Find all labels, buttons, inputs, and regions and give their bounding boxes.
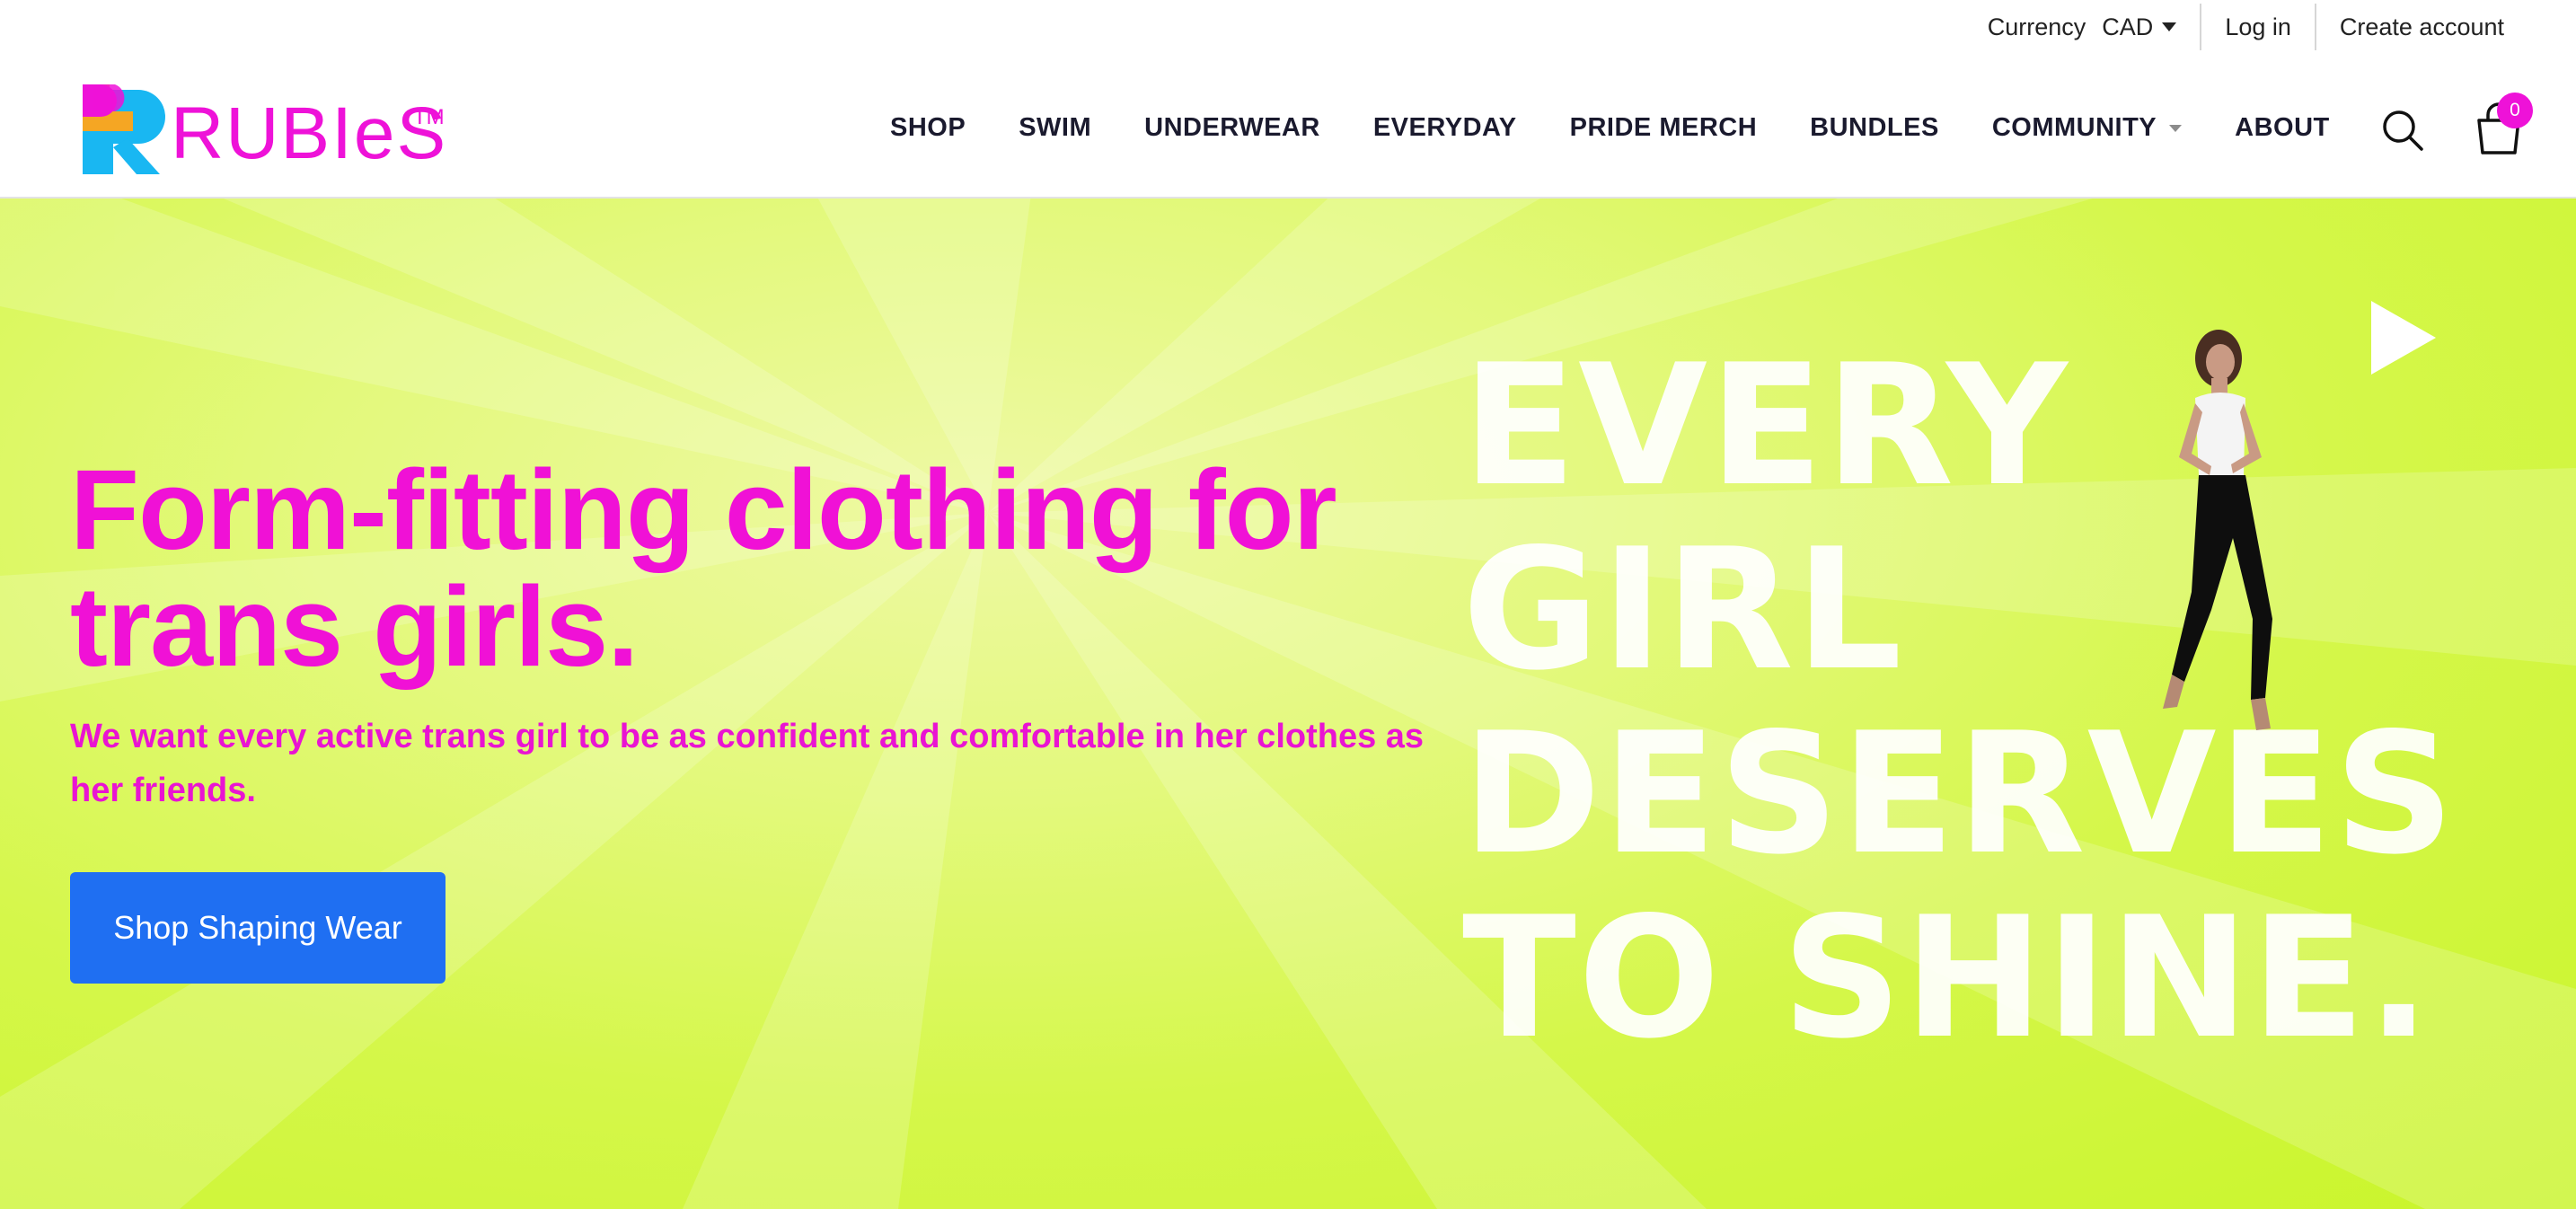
play-icon[interactable] <box>2368 299 2439 376</box>
caret-down-icon <box>2169 124 2183 132</box>
rubies-logo[interactable]: RUBIeS TM <box>83 84 451 180</box>
nav-underwear[interactable]: UNDERWEAR <box>1144 113 1320 143</box>
currency-selector[interactable]: Currency CAD <box>1988 4 2201 50</box>
nav-label: SWIM <box>1019 113 1092 142</box>
nav-label: UNDERWEAR <box>1144 113 1320 142</box>
video-text-line: TO SHINE. <box>1462 880 2432 1075</box>
nav-label: PRIDE MERCH <box>1569 113 1758 142</box>
nav-swim[interactable]: SWIM <box>1019 113 1091 143</box>
currency-value: CAD <box>2102 13 2154 40</box>
nav-pride-merch[interactable]: PRIDE MERCH <box>1570 113 1758 143</box>
nav-label: COMMUNITY <box>1991 113 2157 142</box>
shop-shaping-wear-button[interactable]: Shop Shaping Wear <box>70 872 446 984</box>
nav-community[interactable]: COMMUNITY <box>1991 113 2183 143</box>
utility-bar: Currency CAD Log in Create account <box>0 0 2576 54</box>
main-nav: SHOP SWIM UNDERWEAR EVERYDAY PRIDE MERCH… <box>890 113 2330 143</box>
nav-everyday[interactable]: EVERYDAY <box>1373 113 1517 143</box>
nav-label: EVERYDAY <box>1372 113 1517 142</box>
currency-dropdown[interactable]: CAD <box>2102 13 2177 41</box>
nav-about[interactable]: ABOUT <box>2235 113 2330 143</box>
nav-bundles[interactable]: BUNDLES <box>1810 113 1939 143</box>
login-link[interactable]: Log in <box>2201 4 2315 50</box>
create-account-link[interactable]: Create account <box>2316 4 2576 50</box>
model-figure <box>2163 330 2272 730</box>
logo-text: RUBIeS <box>171 93 447 174</box>
nav-label: SHOP <box>890 113 966 142</box>
cart-count-badge[interactable]: 0 <box>2497 93 2533 128</box>
hero-heading: Form-fitting clothing for trans girls. <box>70 446 1337 690</box>
site-header: RUBIeS TM SHOP SWIM UNDERWEAR EVERYDAY P… <box>0 54 2576 199</box>
caret-down-icon <box>2162 22 2177 31</box>
hero-banner: Form-fitting clothing for trans girls. W… <box>0 199 2576 1209</box>
hero-subheading: We want every active trans girl to be as… <box>70 718 1425 809</box>
nav-shop[interactable]: SHOP <box>890 113 966 143</box>
video-text-line: GIRL <box>1462 512 1904 707</box>
currency-label: Currency <box>1987 13 2086 40</box>
video-text-line: DESERVES <box>1462 696 2457 891</box>
svg-text:TM: TM <box>413 105 445 129</box>
video-overlay-text: EVERY GIRL DESERVES TO SHINE. <box>1462 333 2540 1070</box>
search-icon[interactable] <box>2382 110 2423 151</box>
nav-label: BUNDLES <box>1810 113 1939 142</box>
nav-label: ABOUT <box>2235 113 2330 142</box>
